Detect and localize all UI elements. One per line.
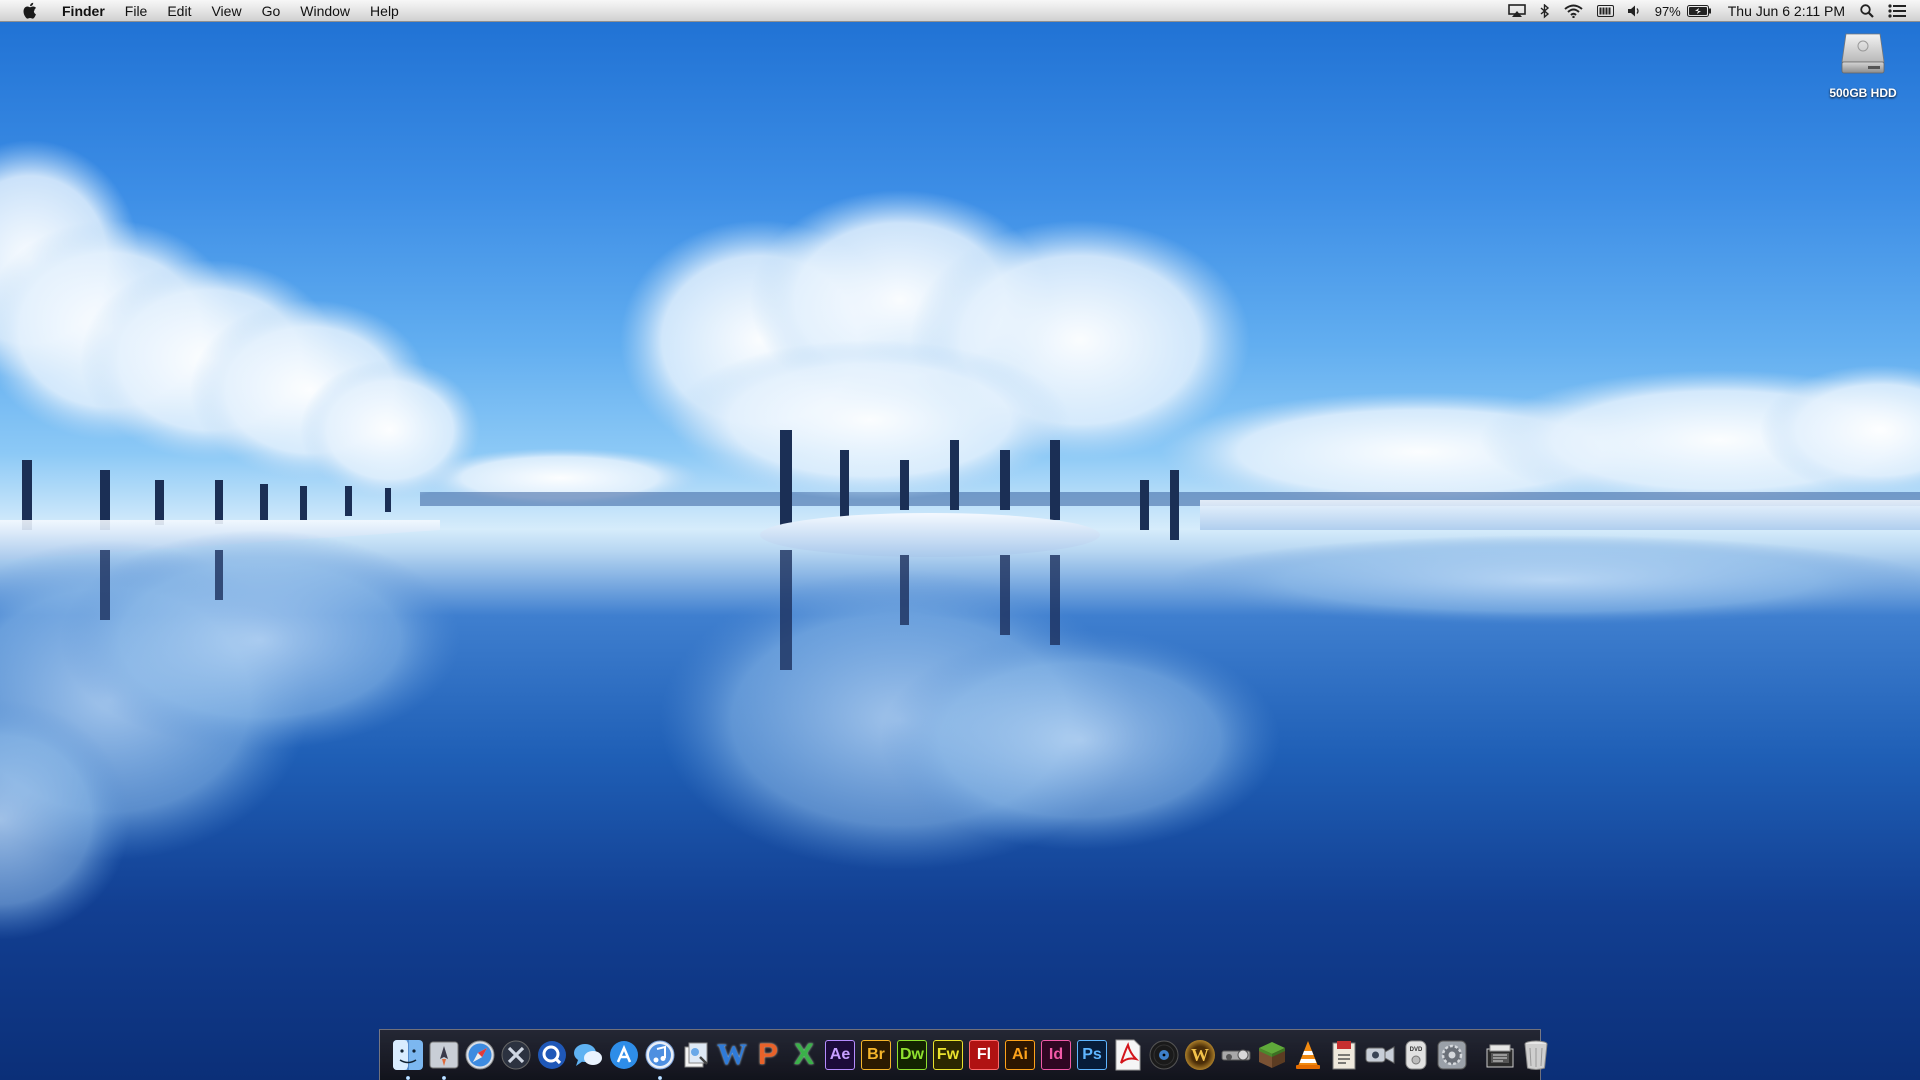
volume-icon[interactable] — [1621, 0, 1649, 22]
dock-item-acrobat[interactable] — [1111, 1038, 1146, 1073]
dock-item-dreamweaver[interactable]: Dw — [895, 1038, 930, 1073]
fireworks-icon: Fw — [933, 1040, 963, 1070]
app-store-icon — [610, 1041, 638, 1069]
dock: W P X Ae Br Dw Fw Fl Ai Id Ps W DVD — [379, 1029, 1548, 1080]
vinyl-icon — [1149, 1040, 1179, 1070]
dvd-player-icon: DVD — [1405, 1040, 1427, 1070]
airplay-icon[interactable] — [1501, 0, 1533, 22]
wifi-icon[interactable] — [1557, 0, 1590, 22]
menu-app-finder[interactable]: Finder — [54, 0, 115, 22]
dock-item-minecraft[interactable] — [1255, 1038, 1290, 1073]
dock-item-fireworks[interactable]: Fw — [931, 1038, 966, 1073]
itunes-icon — [645, 1040, 675, 1070]
dock-item-system-preferences[interactable] — [1435, 1038, 1470, 1073]
running-indicator — [406, 1075, 410, 1080]
menu-help[interactable]: Help — [360, 0, 409, 22]
bluetooth-icon[interactable] — [1533, 0, 1557, 22]
spotlight-icon[interactable] — [1853, 0, 1881, 22]
after-effects-icon: Ae — [825, 1040, 855, 1070]
word-icon: W — [717, 1038, 747, 1071]
dock-item-photoshop[interactable]: Ps — [1075, 1038, 1110, 1073]
photoshop-icon: Ps — [1077, 1040, 1107, 1070]
dock-item-bridge[interactable]: Br — [859, 1038, 894, 1073]
desktop-item-hdd[interactable]: 500GB HDD — [1818, 28, 1908, 100]
dock-item-facetime[interactable] — [1363, 1038, 1398, 1073]
preview-icon — [684, 1042, 708, 1068]
dock-item-mail-stamp[interactable] — [1327, 1038, 1362, 1073]
dock-item-illustrator[interactable]: Ai — [1003, 1038, 1038, 1073]
battery-percent[interactable]: 97% — [1649, 4, 1687, 19]
dock-item-excel[interactable]: X — [787, 1038, 822, 1073]
trash-icon — [1524, 1040, 1548, 1070]
dock-item-world-of-warcraft[interactable]: W — [1183, 1038, 1218, 1073]
running-indicator — [658, 1075, 662, 1080]
menu-window[interactable]: Window — [290, 0, 360, 22]
indesign-icon: Id — [1041, 1040, 1071, 1070]
menu-go[interactable]: Go — [252, 0, 291, 22]
dock-item-after-effects[interactable]: Ae — [823, 1038, 858, 1073]
dock-item-preview[interactable] — [679, 1038, 714, 1073]
launchpad-icon — [429, 1041, 459, 1069]
dock-item-finder[interactable] — [391, 1038, 426, 1080]
system-preferences-icon — [1437, 1040, 1467, 1070]
menu-file[interactable]: File — [115, 0, 158, 22]
dock-item-messages[interactable] — [571, 1038, 606, 1073]
dock-item-dvd-player[interactable]: DVD — [1399, 1038, 1434, 1073]
bridge-icon: Br — [861, 1040, 891, 1070]
left-forest — [0, 140, 480, 560]
quicktime-icon — [538, 1041, 566, 1069]
dock-item-mission-control[interactable] — [499, 1038, 534, 1073]
safari-icon — [465, 1040, 495, 1070]
lake-reflection — [0, 530, 1920, 940]
winter-lake-scene — [0, 140, 1920, 940]
excel-icon: X — [793, 1038, 814, 1071]
notification-center-icon[interactable] — [1881, 0, 1920, 22]
dock-item-app-store[interactable] — [607, 1038, 642, 1073]
status-area: 97% Thu Jun 6 2:11 PM — [1501, 0, 1920, 22]
script-editor-icon — [1332, 1041, 1356, 1070]
dock-item-safari[interactable] — [463, 1038, 498, 1073]
dock-item-indesign[interactable]: Id — [1039, 1038, 1074, 1073]
dock-item-word[interactable]: W — [715, 1038, 750, 1073]
menu-view[interactable]: View — [201, 0, 251, 22]
warcraft-icon: W — [1185, 1040, 1215, 1070]
flash-icon: Fl — [969, 1040, 999, 1070]
battery-status-icon[interactable] — [1590, 0, 1621, 22]
powerpoint-icon: P — [757, 1038, 778, 1071]
svg-text:DVD: DVD — [1410, 1047, 1423, 1053]
finder-icon — [393, 1040, 423, 1070]
hard-drive-icon[interactable] — [1838, 28, 1888, 83]
dock-item-flash[interactable]: Fl — [967, 1038, 1002, 1073]
battery-icon[interactable] — [1686, 0, 1718, 22]
minecraft-icon — [1259, 1042, 1285, 1068]
steam-icon — [1221, 1049, 1251, 1061]
running-indicator — [442, 1075, 446, 1080]
desktop-wallpaper — [0, 0, 1920, 1080]
apple-icon[interactable] — [18, 2, 40, 19]
dock-item-launchpad[interactable] — [427, 1038, 462, 1080]
vlc-icon — [1296, 1041, 1320, 1069]
dock-item-vlc[interactable] — [1291, 1038, 1326, 1073]
dock-item-powerpoint[interactable]: P — [751, 1038, 786, 1073]
dock-item-itunes[interactable] — [643, 1038, 678, 1080]
hdd-label[interactable]: 500GB HDD — [1829, 86, 1896, 100]
dock-item-documents-stack[interactable] — [1483, 1038, 1518, 1073]
acrobat-icon — [1115, 1039, 1141, 1071]
facetime-icon — [1365, 1046, 1395, 1064]
dock-item-trash[interactable] — [1519, 1038, 1554, 1073]
dock-item-quicktime[interactable] — [535, 1038, 570, 1073]
menubar-clock[interactable]: Thu Jun 6 2:11 PM — [1718, 3, 1853, 19]
mission-control-icon — [501, 1040, 531, 1070]
menu-edit[interactable]: Edit — [157, 0, 201, 22]
illustrator-icon: Ai — [1005, 1040, 1035, 1070]
dreamweaver-icon: Dw — [897, 1040, 927, 1070]
documents-stack-icon — [1486, 1044, 1514, 1068]
dock-item-logic[interactable] — [1147, 1038, 1182, 1073]
messages-icon — [574, 1044, 602, 1066]
dock-item-steam[interactable] — [1219, 1038, 1254, 1073]
menu-bar: Finder File Edit View Go Window Help 97%… — [0, 0, 1920, 22]
